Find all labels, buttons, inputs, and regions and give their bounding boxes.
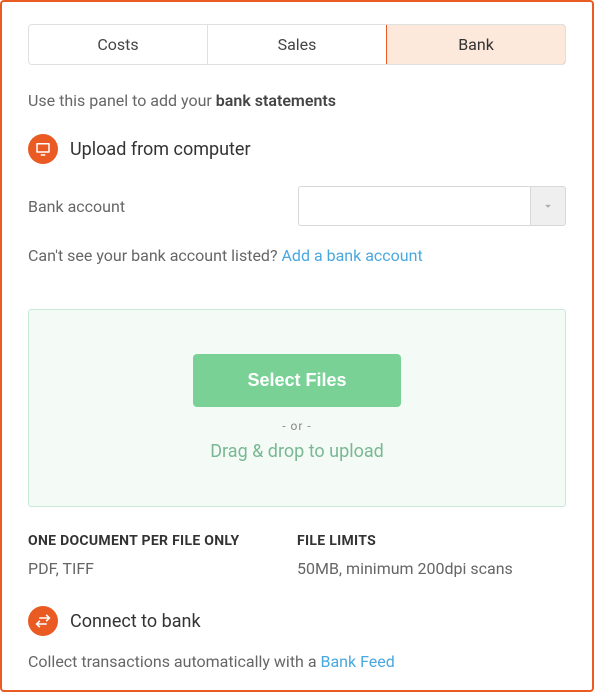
connect-section-header: Connect to bank: [28, 606, 566, 636]
select-files-button[interactable]: Select Files: [193, 354, 400, 407]
file-limits-title: FILE LIMITS: [297, 533, 566, 549]
connect-body-prefix: Collect transactions automatically with …: [28, 652, 321, 671]
bank-account-field: Bank account: [28, 186, 566, 226]
limits-row: ONE DOCUMENT PER FILE ONLY PDF, TIFF FIL…: [28, 533, 566, 578]
connect-section: Connect to bank Collect transactions aut…: [28, 606, 566, 671]
dropzone-drag-text: Drag & drop to upload: [210, 441, 384, 462]
file-limits-body: 50MB, minimum 200dpi scans: [297, 559, 566, 578]
bank-feed-link[interactable]: Bank Feed: [321, 652, 395, 671]
file-limits: FILE LIMITS 50MB, minimum 200dpi scans: [297, 533, 566, 578]
bank-account-value[interactable]: [298, 186, 530, 226]
chevron-down-icon: [541, 199, 555, 213]
intro-prefix: Use this panel to add your: [28, 91, 216, 110]
doc-limits: ONE DOCUMENT PER FILE ONLY PDF, TIFF: [28, 533, 297, 578]
missing-account-prefix: Can't see your bank account listed?: [28, 246, 281, 265]
upload-title: Upload from computer: [70, 139, 251, 160]
bank-account-label: Bank account: [28, 197, 298, 216]
intro-bold: bank statements: [216, 91, 336, 110]
upload-section-header: Upload from computer: [28, 134, 566, 164]
connect-body: Collect transactions automatically with …: [28, 652, 566, 671]
tab-bank[interactable]: Bank: [386, 24, 566, 65]
monitor-icon: [28, 134, 58, 164]
tab-costs[interactable]: Costs: [29, 25, 208, 64]
bank-account-dropdown-button[interactable]: [530, 186, 566, 226]
upload-dropzone[interactable]: Select Files - or - Drag & drop to uploa…: [28, 309, 566, 507]
bank-account-select[interactable]: [298, 186, 566, 226]
tab-bar: Costs Sales Bank: [28, 24, 566, 65]
intro-text: Use this panel to add your bank statemen…: [28, 91, 566, 110]
missing-account-text: Can't see your bank account listed? Add …: [28, 246, 566, 265]
connect-title: Connect to bank: [70, 611, 201, 632]
doc-limits-body: PDF, TIFF: [28, 559, 297, 578]
doc-limits-title: ONE DOCUMENT PER FILE ONLY: [28, 533, 297, 549]
dropzone-or: - or -: [282, 419, 312, 433]
bank-upload-panel: Costs Sales Bank Use this panel to add y…: [0, 0, 594, 692]
transfer-icon: [28, 606, 58, 636]
tab-sales[interactable]: Sales: [208, 25, 387, 64]
add-bank-account-link[interactable]: Add a bank account: [281, 246, 422, 265]
